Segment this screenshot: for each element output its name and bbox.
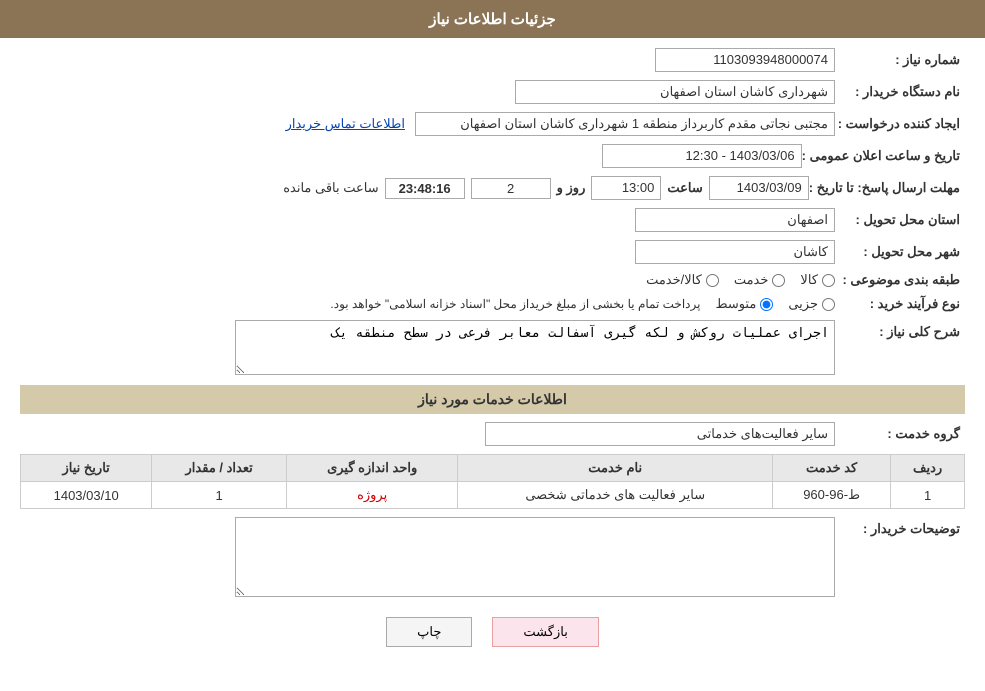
deadline-details: 1403/03/09 ساعت 13:00 روز و 2 23:48:16 س…: [283, 176, 809, 200]
service-group-label: گروه خدمت :: [835, 426, 965, 442]
category-option-kala: کالا: [800, 272, 835, 288]
cell-row-num: 1: [891, 482, 965, 509]
category-radio-kala[interactable]: [822, 274, 835, 287]
remaining-label: ساعت باقی مانده: [283, 180, 378, 196]
remaining-time: 23:48:16: [385, 178, 465, 199]
process-label-motavasset: متوسط: [715, 296, 756, 312]
cell-service-name: سایر فعالیت های خدماتی شخصی: [458, 482, 773, 509]
buttons-row: بازگشت چاپ: [20, 617, 965, 647]
need-description-row: شرح کلی نیاز :: [20, 320, 965, 375]
process-row: نوع فرآیند خرید : جزیی متوسط پرداخت تمام…: [20, 296, 965, 312]
category-option-kala-khedmat: کالا/خدمت: [646, 272, 719, 288]
page-header: جزئیات اطلاعات نیاز: [0, 0, 985, 38]
table-row: 1 ط-96-960 سایر فعالیت های خدماتی شخصی پ…: [21, 482, 965, 509]
category-options: کالا خدمت کالا/خدمت: [646, 272, 835, 288]
city-label: شهر محل تحویل :: [835, 244, 965, 260]
col-row-num: ردیف: [891, 455, 965, 482]
cell-unit: پروژه: [286, 482, 457, 509]
province-label: استان محل تحویل :: [835, 212, 965, 228]
province-row: استان محل تحویل : اصفهان: [20, 208, 965, 232]
category-radio-kala-khedmat[interactable]: [706, 274, 719, 287]
deadline-date: 1403/03/09: [709, 176, 809, 200]
cell-service-code: ط-96-960: [773, 482, 891, 509]
buyer-org-label: نام دستگاه خریدار :: [835, 84, 965, 100]
buyer-description-row: توضیحات خریدار :: [20, 517, 965, 597]
page-wrapper: جزئیات اطلاعات نیاز شماره نیاز : 1103093…: [0, 0, 985, 691]
creator-label: ایجاد کننده درخواست :: [835, 116, 965, 132]
process-label: نوع فرآیند خرید :: [835, 296, 965, 312]
creator-value: مجتبی نجاتی مقدم کاربرداز منطقه 1 شهردار…: [415, 112, 835, 136]
contact-link[interactable]: اطلاعات تماس خریدار: [286, 116, 405, 132]
need-description-textarea[interactable]: [235, 320, 835, 375]
deadline-time: 13:00: [591, 176, 661, 200]
service-group-value: سایر فعالیت‌های خدماتی: [485, 422, 835, 446]
process-radio-jozi[interactable]: [822, 298, 835, 311]
page-title: جزئیات اطلاعات نیاز: [429, 11, 556, 28]
deadline-time-label: ساعت: [667, 180, 702, 196]
category-label-khedmat: خدمت: [734, 272, 769, 288]
col-service-code: کد خدمت: [773, 455, 891, 482]
service-group-row: گروه خدمت : سایر فعالیت‌های خدماتی: [20, 422, 965, 446]
cell-quantity: 1: [152, 482, 287, 509]
announce-date-value: 1403/03/06 - 12:30: [602, 144, 802, 168]
need-number-label: شماره نیاز :: [835, 52, 965, 68]
category-label-kala: کالا: [800, 272, 818, 288]
main-content: شماره نیاز : 1103093948000074 نام دستگاه…: [0, 38, 985, 667]
deadline-days-label: روز و: [557, 180, 586, 196]
need-number-value: 1103093948000074: [655, 48, 835, 72]
buyer-description-textarea[interactable]: [235, 517, 835, 597]
city-value: کاشان: [635, 240, 835, 264]
need-number-row: شماره نیاز : 1103093948000074: [20, 48, 965, 72]
back-button[interactable]: بازگشت: [492, 617, 598, 647]
category-row: طبقه بندی موضوعی : کالا خدمت کالا/خدمت: [20, 272, 965, 288]
process-option-jozi: جزیی: [788, 296, 835, 312]
col-quantity: تعداد / مقدار: [152, 455, 287, 482]
announce-date-label: تاریخ و ساعت اعلان عمومی :: [802, 148, 965, 164]
category-option-khedmat: خدمت: [734, 272, 786, 288]
announce-date-row: تاریخ و ساعت اعلان عمومی : 1403/03/06 - …: [20, 144, 965, 168]
col-need-date: تاریخ نیاز: [21, 455, 152, 482]
process-note: پرداخت تمام یا بخشی از مبلغ خریداز محل "…: [330, 297, 700, 311]
buyer-org-value: شهرداری کاشان استان اصفهان: [515, 80, 835, 104]
process-options: جزیی متوسط: [715, 296, 835, 312]
buyer-description-label: توضیحات خریدار :: [835, 517, 965, 537]
buyer-org-row: نام دستگاه خریدار : شهرداری کاشان استان …: [20, 80, 965, 104]
category-label-kala-khedmat: کالا/خدمت: [646, 272, 702, 288]
services-section-title: اطلاعات خدمات مورد نیاز: [20, 385, 965, 414]
deadline-days-value: 2: [471, 178, 551, 199]
cell-need-date: 1403/03/10: [21, 482, 152, 509]
category-radio-khedmat[interactable]: [772, 274, 785, 287]
creator-row: ایجاد کننده درخواست : مجتبی نجاتی مقدم ک…: [20, 112, 965, 136]
city-row: شهر محل تحویل : کاشان: [20, 240, 965, 264]
services-table: ردیف کد خدمت نام خدمت واحد اندازه گیری ت…: [20, 454, 965, 509]
category-label: طبقه بندی موضوعی :: [835, 272, 965, 288]
process-radio-motavasset[interactable]: [760, 298, 773, 311]
province-value: اصفهان: [635, 208, 835, 232]
deadline-label: مهلت ارسال پاسخ: تا تاریخ :: [809, 180, 965, 196]
need-description-label: شرح کلی نیاز :: [835, 320, 965, 340]
table-header-row: ردیف کد خدمت نام خدمت واحد اندازه گیری ت…: [21, 455, 965, 482]
deadline-row: مهلت ارسال پاسخ: تا تاریخ : 1403/03/09 س…: [20, 176, 965, 200]
col-service-name: نام خدمت: [458, 455, 773, 482]
process-option-motavasset: متوسط: [715, 296, 773, 312]
print-button[interactable]: چاپ: [386, 617, 472, 647]
col-unit: واحد اندازه گیری: [286, 455, 457, 482]
process-label-jozi: جزیی: [788, 296, 818, 312]
